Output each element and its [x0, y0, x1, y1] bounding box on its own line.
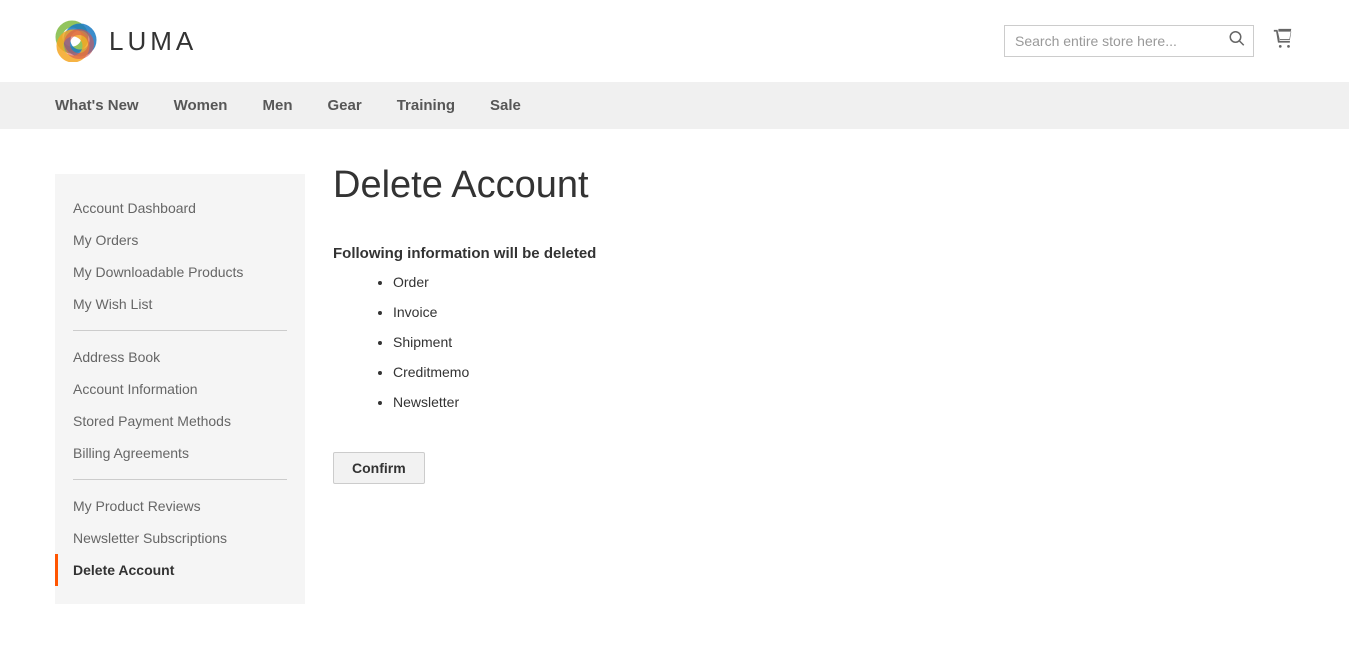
main-content: Account Dashboard My Orders My Downloada…	[0, 129, 1349, 649]
logo[interactable]: LUMA	[55, 20, 197, 62]
sidebar-item-account-dashboard[interactable]: Account Dashboard	[73, 192, 287, 224]
search-input[interactable]	[1004, 25, 1254, 57]
delete-list-item: Creditmemo	[393, 357, 1294, 387]
sidebar-item-delete-account[interactable]: Delete Account	[55, 554, 287, 586]
content-area: Delete Account Following information wil…	[333, 174, 1294, 604]
sidebar-item-billing-agreements[interactable]: Billing Agreements	[73, 437, 287, 469]
sidebar-item-newsletter-subscriptions[interactable]: Newsletter Subscriptions	[73, 522, 287, 554]
sidebar-item-downloadable-products[interactable]: My Downloadable Products	[73, 256, 287, 288]
nav-item-men[interactable]: Men	[262, 82, 292, 129]
delete-list-item: Shipment	[393, 327, 1294, 357]
delete-list-item: Order	[393, 267, 1294, 297]
sidebar-item-payment-methods[interactable]: Stored Payment Methods	[73, 405, 287, 437]
search-box	[1004, 25, 1254, 57]
sidebar-item-my-orders[interactable]: My Orders	[73, 224, 287, 256]
confirm-button[interactable]: Confirm	[333, 452, 425, 484]
sidebar-item-wish-list[interactable]: My Wish List	[73, 288, 287, 320]
delete-list-item: Newsletter	[393, 387, 1294, 417]
cart-icon[interactable]	[1272, 28, 1294, 55]
nav-item-women[interactable]: Women	[174, 82, 228, 129]
nav-item-sale[interactable]: Sale	[490, 82, 521, 129]
logo-icon	[55, 20, 97, 62]
delete-list: Order Invoice Shipment Creditmemo Newsle…	[333, 267, 1294, 417]
sidebar-group-2: Address Book Account Information Stored …	[55, 341, 305, 469]
section-heading: Following information will be deleted	[333, 245, 1294, 262]
sidebar: Account Dashboard My Orders My Downloada…	[55, 174, 305, 604]
sidebar-group-3: My Product Reviews Newsletter Subscripti…	[55, 490, 305, 586]
delete-list-item: Invoice	[393, 297, 1294, 327]
sidebar-item-product-reviews[interactable]: My Product Reviews	[73, 490, 287, 522]
nav-item-whats-new[interactable]: What's New	[55, 82, 139, 129]
nav-item-gear[interactable]: Gear	[327, 82, 361, 129]
sidebar-item-account-information[interactable]: Account Information	[73, 373, 287, 405]
nav-item-training[interactable]: Training	[397, 82, 455, 129]
logo-text: LUMA	[109, 26, 197, 57]
nav-bar: What's New Women Men Gear Training Sale	[0, 82, 1349, 129]
sidebar-divider	[73, 479, 287, 480]
sidebar-divider	[73, 330, 287, 331]
nav-list: What's New Women Men Gear Training Sale	[55, 82, 1294, 129]
header-right	[1004, 25, 1294, 57]
search-icon[interactable]	[1228, 30, 1246, 53]
header: LUMA	[0, 0, 1349, 82]
page-title: Delete Account	[333, 164, 1294, 207]
sidebar-group-1: Account Dashboard My Orders My Downloada…	[55, 192, 305, 320]
sidebar-item-address-book[interactable]: Address Book	[73, 341, 287, 373]
